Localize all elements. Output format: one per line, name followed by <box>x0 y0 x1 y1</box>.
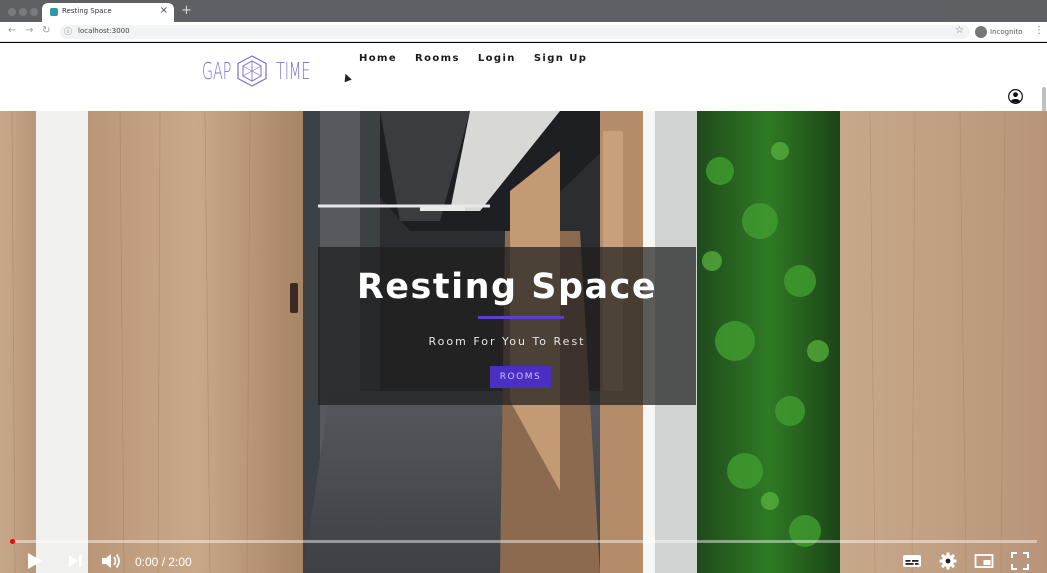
hero-overlay-panel: Resting Space Room For You To Rest ROOMS <box>318 247 696 405</box>
video-scrubber-handle[interactable] <box>10 539 15 544</box>
next-icon[interactable] <box>67 551 85 571</box>
settings-gear-icon[interactable] <box>938 551 958 571</box>
window-close-dot[interactable] <box>8 8 16 16</box>
hero-divider <box>478 316 564 319</box>
subtitles-icon[interactable] <box>902 551 922 571</box>
hero-section: Resting Space Room For You To Rest ROOMS <box>0 111 1047 573</box>
hero-subtitle: Room For You To Rest <box>428 335 586 348</box>
cube-logo-icon <box>237 55 267 87</box>
url-input[interactable]: ⓘ localhost:3000 ☆ <box>60 25 970 39</box>
volume-icon[interactable] <box>100 551 124 571</box>
site-header: GAP TIME Home Rooms Login Sign Up ▲ <box>0 43 1047 151</box>
fullscreen-icon[interactable] <box>1010 551 1030 571</box>
incognito-label: Incognito <box>990 28 1023 36</box>
nav-home[interactable]: Home <box>359 53 397 64</box>
miniplayer-icon[interactable] <box>974 551 994 571</box>
window-zoom-dot[interactable] <box>30 8 38 16</box>
rooms-button[interactable]: ROOMS <box>490 366 551 388</box>
video-progress-bar[interactable] <box>10 539 1037 544</box>
nav-rooms[interactable]: Rooms <box>415 53 460 64</box>
reload-icon[interactable]: ↻ <box>42 25 50 36</box>
window-minimize-dot[interactable] <box>19 8 27 16</box>
user-account-icon[interactable] <box>1008 89 1023 104</box>
site-logo[interactable]: GAP TIME <box>202 49 314 87</box>
back-arrow-icon[interactable]: ← <box>8 25 16 36</box>
browser-menu-icon[interactable]: ⋮ <box>1034 25 1044 36</box>
logo-text-right: TIME <box>276 59 311 85</box>
tab-close-icon[interactable]: × <box>160 5 168 16</box>
incognito-icon <box>975 26 987 38</box>
info-icon: ⓘ <box>64 27 72 36</box>
play-icon[interactable] <box>26 551 44 571</box>
forward-arrow-icon[interactable]: → <box>25 25 33 36</box>
video-time: 0:00 / 2:00 <box>135 555 192 569</box>
tab-title: Resting Space <box>62 7 112 15</box>
nav-sign-up[interactable]: Sign Up <box>534 53 587 64</box>
hero-title: Resting Space <box>356 267 658 307</box>
url-text: localhost:3000 <box>78 27 130 35</box>
nav-login[interactable]: Login <box>478 53 516 64</box>
favicon-icon <box>50 8 58 16</box>
browser-tab[interactable]: Resting Space × <box>42 3 174 22</box>
address-bar: ← → ↻ ⓘ localhost:3000 ☆ Incognito ⋮ <box>0 22 1047 42</box>
new-tab-button[interactable]: + <box>181 3 192 18</box>
bookmark-star-icon[interactable]: ☆ <box>955 25 964 36</box>
main-nav: Home Rooms Login Sign Up <box>359 53 587 64</box>
browser-tab-bar: Resting Space × + <box>0 0 1047 22</box>
logo-text-left: GAP <box>202 59 232 85</box>
mouse-cursor-icon: ▲ <box>341 71 353 84</box>
